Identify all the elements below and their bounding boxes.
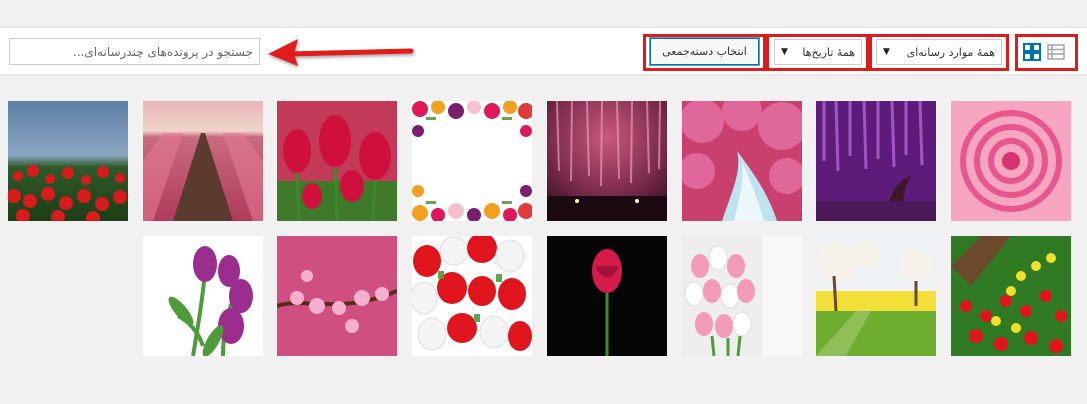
media-type-filter-select[interactable]: همهٔ موارد رسانه‌ای ▼ xyxy=(876,39,1002,65)
caret-down-icon: ▼ xyxy=(781,47,788,57)
media-thumbnail-single-red-tulip[interactable] xyxy=(547,236,667,356)
media-thumbnail-tulip-frame[interactable] xyxy=(412,101,532,221)
grid-view-icon[interactable] xyxy=(1021,41,1043,63)
caret-down-icon: ▼ xyxy=(883,47,890,57)
date-filter-select[interactable]: همهٔ تاریخ‌ها ▼ xyxy=(774,39,862,65)
media-thumbnail-pink-white-tulips[interactable] xyxy=(682,236,802,356)
media-thumbnail-wildflower-field[interactable] xyxy=(8,101,128,221)
media-thumbnail-pink-blossom[interactable] xyxy=(277,236,397,356)
list-view-icon[interactable] xyxy=(1045,41,1067,63)
media-thumbnail-purple-tulips[interactable] xyxy=(143,236,263,356)
date-filter-value: همهٔ تاریخ‌ها xyxy=(802,45,855,59)
bulk-select-button[interactable]: انتخاب دسته‌جمعی xyxy=(650,38,759,65)
media-type-filter-value: همهٔ موارد رسانه‌ای xyxy=(906,45,995,59)
media-toolbar: انتخاب دسته‌جمعی همهٔ تاریخ‌ها ▼ همهٔ مو… xyxy=(0,27,1087,75)
media-thumbnail-red-tulips[interactable] xyxy=(277,101,397,221)
search-input[interactable] xyxy=(9,38,260,65)
media-thumbnail-pink-dahlia[interactable] xyxy=(951,101,1071,221)
red-arrow-icon xyxy=(268,39,414,66)
media-thumbnail-pink-forest-river[interactable] xyxy=(682,101,802,221)
media-thumbnail-purple-wisteria[interactable] xyxy=(816,101,936,221)
media-thumbnail-tulip-field-tree[interactable] xyxy=(951,236,1071,356)
media-thumbnail-wisteria-tunnel[interactable] xyxy=(547,101,667,221)
media-grid xyxy=(8,101,1080,356)
media-thumbnail-tulip-field-rows[interactable] xyxy=(143,101,263,221)
media-thumbnail-red-white-tulips[interactable] xyxy=(412,236,532,356)
media-thumbnail-blossom-field[interactable] xyxy=(816,236,936,356)
